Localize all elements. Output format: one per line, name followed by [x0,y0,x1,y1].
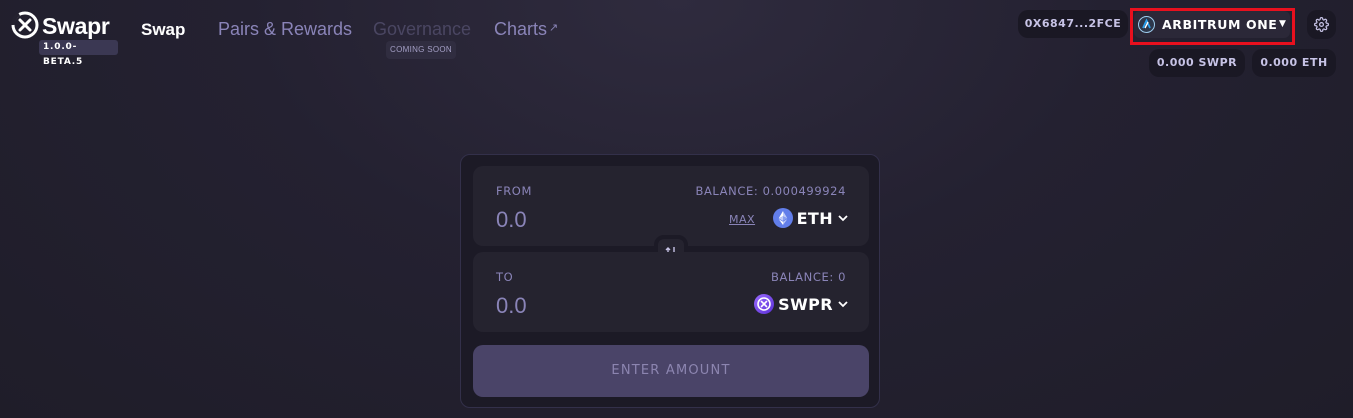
ethereum-icon [772,208,793,228]
from-amount-input[interactable] [496,206,676,234]
brand-name: Swapr [42,13,110,39]
eth-balance-pill: 0.000 ETH [1252,49,1336,77]
nav-pairs-rewards[interactable]: Pairs & Rewards [218,19,352,40]
from-label: FROM [496,184,532,198]
nav-charts-label: Charts [494,19,548,39]
from-balance: BALANCE: 0.000499924 [695,184,846,198]
to-amount-input[interactable] [496,292,676,320]
network-switcher-button[interactable]: ARBITRUM ONE ▼ [1134,11,1290,38]
swapr-logo[interactable]: Swapr 1.0.0-BETA.5 [10,8,118,67]
network-name: ARBITRUM ONE [1162,17,1278,32]
swpr-balance-pill[interactable]: 0.000 SWPR [1149,49,1245,77]
max-button[interactable]: MAX [729,213,755,226]
to-panel: TO BALANCE: 0 SWPR [473,252,869,332]
swap-card: FROM BALANCE: 0.000499924 MAX ETH [460,154,880,408]
version-badge: 1.0.0-BETA.5 [39,40,118,67]
swpr-icon [754,294,775,314]
from-token-select[interactable]: ETH [772,208,849,232]
gear-icon [1314,17,1329,32]
coming-soon-badge: COMING SOON [386,41,456,59]
nav-charts[interactable]: Charts ↗ [494,19,558,40]
to-token-select[interactable]: SWPR [754,294,849,318]
to-balance: BALANCE: 0 [770,270,846,284]
nav-swap[interactable]: Swap [141,20,185,40]
nav-governance: Governance [373,19,472,39]
to-label: TO [496,270,514,284]
chevron-down-icon [838,301,848,308]
from-token-name: ETH [796,208,833,228]
settings-button[interactable] [1307,10,1336,39]
swapr-app: Swapr 1.0.0-BETA.5 Swap Pairs & Rewards … [0,0,1353,418]
arbitrum-icon [1138,16,1155,33]
from-panel: FROM BALANCE: 0.000499924 MAX ETH [473,166,869,246]
external-link-icon: ↗ [549,22,559,34]
chevron-down-icon [838,215,848,222]
caret-down-icon: ▼ [1279,19,1287,29]
swapr-logo-icon [11,11,39,39]
enter-amount-button[interactable]: ENTER AMOUNT [473,345,869,397]
to-token-name: SWPR [778,294,833,314]
wallet-address-button[interactable]: 0X6847...2FCE [1018,10,1128,38]
